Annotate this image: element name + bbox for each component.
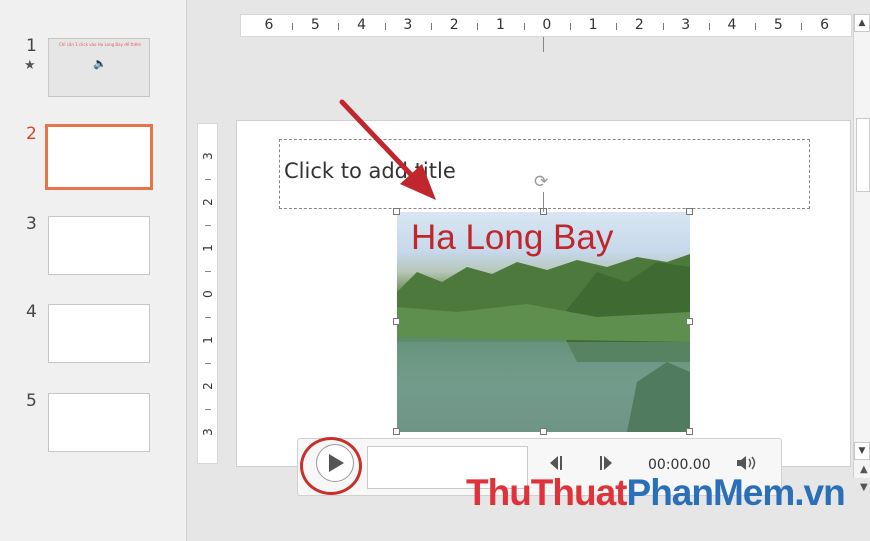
vertical-ruler: 3 2 1 0 1 2 3 xyxy=(197,123,218,464)
resize-handle[interactable] xyxy=(540,428,547,435)
ruler-tick xyxy=(205,409,211,410)
ruler-label: 1 xyxy=(588,17,598,33)
slide-number: 5 xyxy=(26,391,37,411)
watermark-part1: ThuThuat xyxy=(466,472,628,513)
time-display: 00:00.00 xyxy=(648,457,711,473)
next-slide-icon[interactable]: ▼ xyxy=(860,482,868,493)
horizontal-ruler: 6 5 4 3 2 1 0 1 2 3 4 5 6 xyxy=(240,14,852,52)
previous-slide-icon[interactable]: ▲ xyxy=(860,464,868,475)
ruler-tick xyxy=(338,23,340,30)
slide-thumbnail-image[interactable]: Chỉ cần 1 click vào Ha Long Bay để thêm … xyxy=(48,38,150,97)
scroll-up-icon[interactable]: ▲ xyxy=(854,14,870,32)
slide-thumbnail-5[interactable]: 5 xyxy=(0,391,186,471)
step-back-icon[interactable] xyxy=(548,456,564,470)
ruler-label: 1 xyxy=(496,17,505,33)
ruler-label: 2 xyxy=(201,198,215,206)
slide-number: 4 xyxy=(26,302,37,322)
animation-star-icon: ★ xyxy=(24,58,36,73)
annotation-circle xyxy=(300,437,362,495)
slide-thumbnail-image[interactable] xyxy=(48,216,150,275)
ruler-tick xyxy=(292,23,294,30)
ruler-label: 0 xyxy=(201,290,215,298)
slide-thumbnail-4[interactable]: 4 xyxy=(0,302,186,382)
scroll-down-icon[interactable]: ▼ xyxy=(854,442,870,460)
ruler-label: 4 xyxy=(727,17,737,33)
vertical-scrollbar[interactable]: ▲ ▼ xyxy=(853,14,870,478)
slide-thumbnail-image[interactable] xyxy=(48,304,150,363)
ruler-label: 3 xyxy=(681,17,691,33)
ruler-tick xyxy=(477,23,479,30)
annotation-arrow xyxy=(339,99,436,200)
ruler-tick xyxy=(205,317,211,318)
ruler-label: 6 xyxy=(264,17,274,33)
slide-thumbnails-pane: 1 ★ Chỉ cần 1 click vào Ha Long Bay để t… xyxy=(0,0,186,541)
resize-handle[interactable] xyxy=(686,428,693,435)
ruler-tick xyxy=(205,179,211,180)
ruler-label: 2 xyxy=(449,17,459,33)
ruler-tick xyxy=(523,23,525,30)
ruler-tick xyxy=(205,225,211,226)
rotate-stem xyxy=(543,192,544,212)
ruler-label: 2 xyxy=(634,17,644,33)
slide-thumbnail-image[interactable] xyxy=(45,124,153,190)
ruler-tick xyxy=(205,363,211,364)
slide-number: 1 xyxy=(26,36,37,56)
resize-handle[interactable] xyxy=(686,318,693,325)
slide-thumbnail-3[interactable]: 3 xyxy=(0,214,186,294)
ruler-indent-marker[interactable] xyxy=(543,37,544,52)
scroll-thumb[interactable] xyxy=(856,118,870,192)
ruler-tick xyxy=(708,23,710,30)
slide-thumbnail-2[interactable]: 2 xyxy=(0,124,186,204)
ruler-label: 4 xyxy=(357,17,367,33)
video-title-text: Ha Long Bay xyxy=(411,218,614,257)
ruler-tick xyxy=(801,23,803,30)
ruler-label: 3 xyxy=(201,428,215,436)
ruler-label: 6 xyxy=(820,17,830,33)
ruler-label: 0 xyxy=(542,17,552,33)
slide-thumbnail-image[interactable] xyxy=(48,393,150,452)
video-object[interactable]: Ha Long Bay xyxy=(397,212,690,432)
ruler-label: 3 xyxy=(403,17,413,33)
ruler-tick xyxy=(662,23,664,30)
ruler-tick xyxy=(384,23,386,30)
ruler-label: 5 xyxy=(773,17,783,33)
ruler-label: 1 xyxy=(201,336,215,344)
ruler-label: 1 xyxy=(201,244,215,252)
resize-handle[interactable] xyxy=(393,318,400,325)
ruler-tick xyxy=(569,23,571,30)
step-forward-icon[interactable] xyxy=(598,456,614,470)
speaker-icon: 🔈 xyxy=(93,57,107,70)
ruler-tick xyxy=(755,23,757,30)
ruler-label: 2 xyxy=(201,382,215,390)
thumbnail-text: Chỉ cần 1 click vào Ha Long Bay để thêm xyxy=(59,42,141,47)
ruler-label: 5 xyxy=(310,17,320,33)
slide-number: 3 xyxy=(26,214,37,234)
resize-handle[interactable] xyxy=(393,428,400,435)
slide-number: 2 xyxy=(26,124,37,144)
watermark-logo: ThuThuatPhanMem.vn xyxy=(466,472,846,514)
ruler-tick xyxy=(205,271,211,272)
ruler-label: 3 xyxy=(201,152,215,160)
watermark-part2: PhanMem.vn xyxy=(626,472,846,513)
rotate-handle-icon[interactable]: ⟳ xyxy=(534,174,548,191)
resize-handle[interactable] xyxy=(393,208,400,215)
ruler-tick xyxy=(431,23,433,30)
resize-handle[interactable] xyxy=(686,208,693,215)
ruler-tick xyxy=(616,23,618,30)
volume-icon[interactable] xyxy=(737,455,761,471)
slide-thumbnail-1[interactable]: 1 ★ Chỉ cần 1 click vào Ha Long Bay để t… xyxy=(0,36,186,116)
